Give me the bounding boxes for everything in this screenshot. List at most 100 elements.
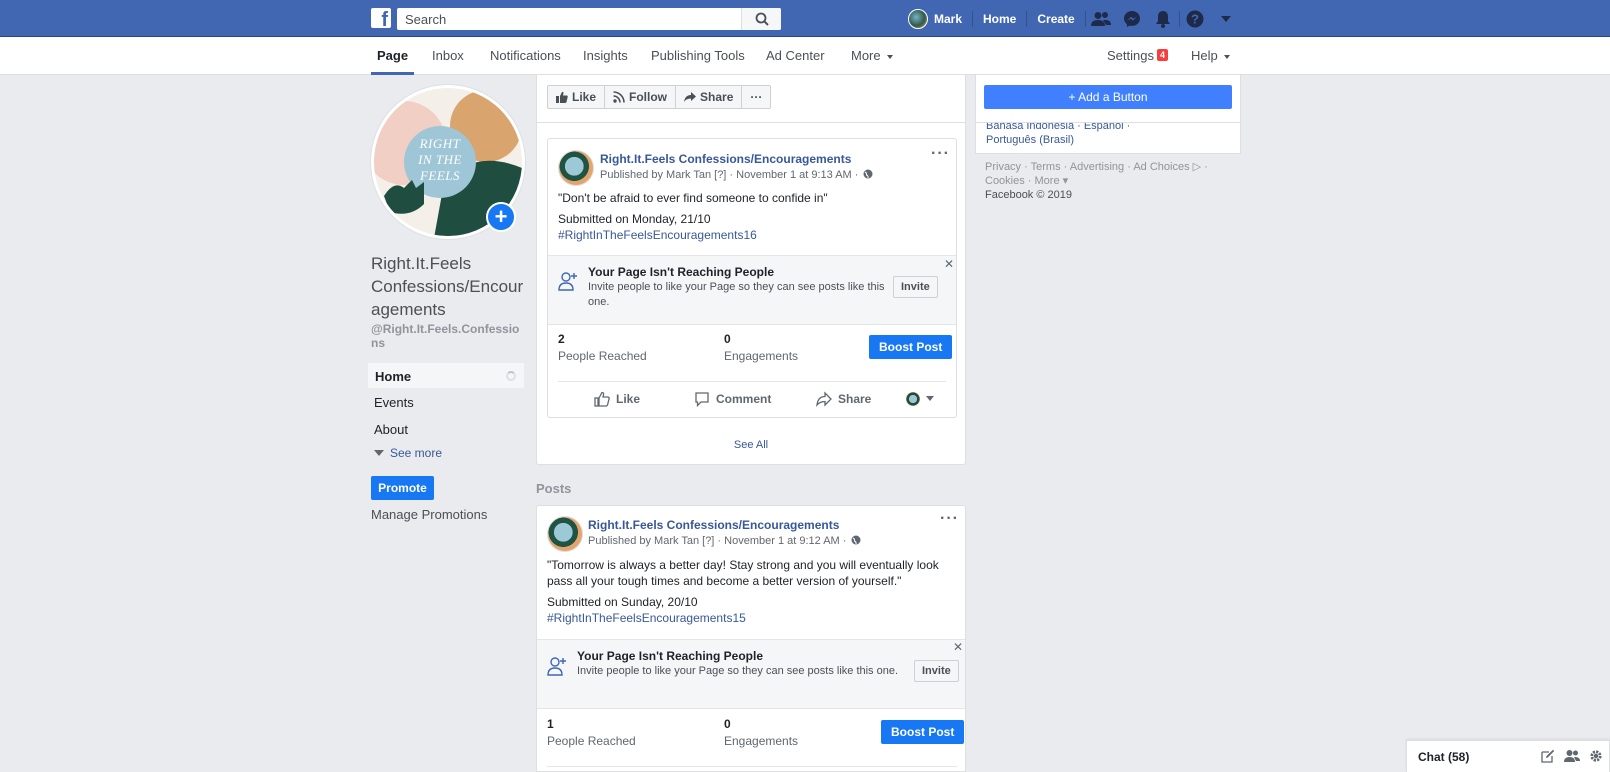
- footer-copyright: Facebook © 2019: [985, 189, 1072, 201]
- top-bar: f Mark Home Create ?: [0, 0, 1610, 37]
- messenger-icon[interactable]: [1117, 10, 1148, 28]
- follow-button[interactable]: Follow: [605, 86, 677, 108]
- page-username[interactable]: @Right.It.Feels.Confessions: [371, 322, 526, 350]
- manage-promotions-link[interactable]: Manage Promotions: [371, 507, 487, 522]
- tab-more[interactable]: More: [851, 37, 893, 75]
- chevron-down-icon: [926, 395, 934, 401]
- help-menu[interactable]: Help: [1191, 37, 1230, 75]
- tab-notifications[interactable]: Notifications: [490, 37, 561, 75]
- comment-icon: [695, 391, 709, 407]
- share-page-button[interactable]: Share: [676, 86, 743, 108]
- reach-prompt: Your Page Isn't Reaching People Invite p…: [548, 255, 956, 325]
- user-avatar[interactable]: [908, 8, 928, 29]
- tab-ad-center[interactable]: Ad Center: [766, 37, 825, 75]
- post-author-avatar[interactable]: [558, 150, 594, 186]
- people-reached-label[interactable]: People Reached: [558, 349, 647, 363]
- chat-tools: [1541, 749, 1603, 763]
- post-hashtag-link[interactable]: #RightInTheFeelsEncouragements15: [547, 611, 746, 625]
- post-author-link[interactable]: Right.It.Feels Confessions/Encouragement…: [588, 518, 839, 532]
- footer-links-row[interactable]: Cookies · More ▾: [985, 174, 1225, 188]
- sidebar-item-events[interactable]: Events: [367, 389, 525, 416]
- page-admin-nav: Page Inbox Notifications Insights Publis…: [0, 37, 1610, 75]
- post-author-link[interactable]: Right.It.Feels Confessions/Encouragement…: [600, 152, 851, 166]
- engagements-count: 0: [724, 332, 731, 346]
- friend-requests-icon[interactable]: [1086, 11, 1117, 27]
- chevron-down-icon: [886, 54, 893, 59]
- post-options-icon[interactable]: ···: [931, 145, 950, 163]
- chevron-down-icon: [1223, 54, 1230, 59]
- boost-post-button[interactable]: Boost Post: [881, 720, 965, 744]
- post-author-avatar[interactable]: [547, 516, 583, 552]
- see-all-link[interactable]: See All: [537, 439, 965, 451]
- post-options-icon[interactable]: ···: [940, 510, 959, 528]
- search-input[interactable]: [397, 8, 741, 30]
- close-icon[interactable]: ✕: [953, 640, 963, 654]
- post: Right.It.Feels Confessions/Encouragement…: [547, 138, 957, 418]
- sidebar-item-label: Home: [375, 369, 412, 384]
- engagements-label[interactable]: Engagements: [724, 349, 798, 363]
- notifications-bell-icon[interactable]: [1148, 10, 1179, 28]
- footer-links-row[interactable]: Privacy · Terms · Advertising · Ad Choic…: [985, 160, 1225, 174]
- thumbs-up-icon: [556, 91, 568, 103]
- account-menu-caret-icon[interactable]: [1211, 15, 1242, 23]
- plus-icon: +: [494, 204, 508, 229]
- invite-button[interactable]: Invite: [893, 276, 938, 298]
- post-like-button[interactable]: Like: [594, 391, 640, 407]
- tab-publishing-tools[interactable]: Publishing Tools: [651, 37, 745, 75]
- follow-label: Follow: [629, 90, 668, 104]
- search-button[interactable]: [741, 8, 781, 30]
- share-arrow-icon: [684, 92, 697, 102]
- invite-button[interactable]: Invite: [914, 660, 959, 682]
- post-as-page-selector[interactable]: [906, 391, 934, 406]
- sidebar-item-home[interactable]: Home: [367, 362, 525, 389]
- new-message-icon[interactable]: [1541, 749, 1555, 763]
- divider: [547, 766, 957, 767]
- reach-prompt-description: Invite people to like your Page so they …: [577, 665, 899, 677]
- settings-link[interactable]: Settings 4: [1107, 37, 1168, 75]
- more-dots-icon: ···: [750, 90, 763, 104]
- chat-sidebar-tab[interactable]: Chat (58): [1406, 740, 1610, 772]
- post-text: "Don't be afraid to ever find someone to…: [558, 191, 828, 205]
- share-label: Share: [700, 90, 734, 104]
- promote-button[interactable]: Promote: [371, 476, 434, 500]
- footer-links: Privacy · Terms · Advertising · Ad Choic…: [985, 160, 1225, 202]
- post-like-label: Like: [616, 391, 641, 406]
- chat-settings-gear-icon[interactable]: [1589, 749, 1603, 763]
- page-sidebar-nav: Home Events About See more: [367, 362, 525, 462]
- create-group-icon[interactable]: [1564, 749, 1580, 763]
- tab-insights[interactable]: Insights: [583, 37, 628, 75]
- engagements-label[interactable]: Engagements: [724, 734, 798, 748]
- tab-inbox[interactable]: Inbox: [432, 37, 464, 75]
- help-label: Help: [1191, 48, 1218, 63]
- close-icon[interactable]: ✕: [944, 257, 954, 271]
- like-label: Like: [572, 90, 597, 104]
- profile-link[interactable]: Mark: [934, 12, 972, 26]
- sidebar-item-about[interactable]: About: [367, 416, 525, 443]
- add-a-button[interactable]: + Add a Button: [984, 85, 1232, 109]
- invite-person-icon: [547, 657, 566, 676]
- invite-person-icon: [558, 272, 577, 291]
- help-icon[interactable]: ?: [1180, 10, 1211, 28]
- home-link[interactable]: Home: [973, 12, 1026, 26]
- like-page-button[interactable]: Like: [548, 86, 606, 108]
- more-actions-button[interactable]: ···: [742, 86, 770, 108]
- post-comment-button[interactable]: Comment: [694, 391, 771, 407]
- post-share-button[interactable]: Share: [816, 390, 871, 407]
- top-right-nav: Mark Home Create ?: [908, 0, 1242, 37]
- post-submitted-text: Submitted on Sunday, 20/10: [547, 595, 698, 609]
- page-actions: Like Follow Share ···: [547, 85, 772, 109]
- boost-post-button[interactable]: Boost Post: [869, 335, 953, 359]
- search-icon: [755, 12, 769, 26]
- globe-icon: [863, 169, 873, 179]
- thumbs-up-outline-icon: [594, 391, 610, 407]
- languages-list[interactable]: Português (Brasil): [986, 134, 1074, 146]
- post-meta-text: Published by Mark Tan [?] · November 1 a…: [600, 169, 859, 181]
- post-hashtag-link[interactable]: #RightInTheFeelsEncouragements16: [558, 228, 757, 242]
- add-profile-photo-button[interactable]: +: [486, 202, 516, 232]
- create-link[interactable]: Create: [1027, 12, 1084, 26]
- tab-page[interactable]: Page: [371, 37, 415, 75]
- settings-badge: 4: [1156, 49, 1168, 61]
- facebook-logo-icon[interactable]: f: [371, 8, 391, 28]
- people-reached-label[interactable]: People Reached: [547, 734, 636, 748]
- see-more-link[interactable]: See more: [367, 444, 525, 462]
